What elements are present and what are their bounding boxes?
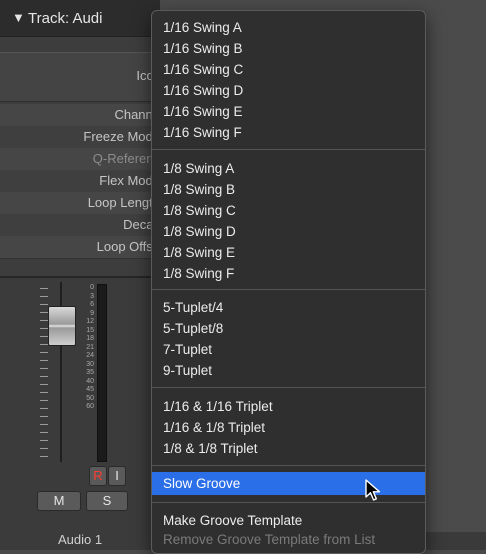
menu-item[interactable]: 1/16 Swing A xyxy=(152,17,425,38)
scale-tick: 45 xyxy=(86,386,94,393)
scale-tick: 50 xyxy=(86,394,94,402)
scale-tick: 35 xyxy=(86,369,94,376)
menu-item[interactable]: 1/16 Swing D xyxy=(152,80,425,101)
menu-separator xyxy=(152,149,425,150)
track-icon-row[interactable]: Icor xyxy=(0,52,160,102)
mouse-pointer-icon xyxy=(365,479,381,501)
volume-fader-handle[interactable] xyxy=(48,306,76,346)
track-inspector: ▼ Track: Audi Icor Channe Freeze Mode Q-… xyxy=(0,0,161,550)
param-label: Q-Referenc xyxy=(92,151,160,166)
menu-item[interactable]: 1/8 Swing C xyxy=(152,200,425,221)
fader-ticks xyxy=(40,288,48,458)
scale-tick: 12 xyxy=(86,318,94,325)
scale-tick: 9 xyxy=(90,309,94,317)
scale-tick: 30 xyxy=(86,360,94,368)
menu-separator xyxy=(152,465,425,466)
input-monitor-button[interactable]: I xyxy=(108,466,126,486)
scale-tick: 60 xyxy=(86,403,94,410)
menu-item[interactable]: 1/8 Swing E xyxy=(152,242,425,263)
scale-tick: 40 xyxy=(86,377,94,385)
disclosure-triangle-icon[interactable]: ▼ xyxy=(12,10,25,25)
menu-item[interactable]: 1/8 Swing F xyxy=(152,263,425,284)
menu-item[interactable]: 5-Tuplet/4 xyxy=(152,297,425,318)
channel-strip: 0 3 6 9 12 15 18 21 24 30 35 40 45 50 60… xyxy=(0,276,160,550)
make-groove-template-item[interactable]: Make Groove Template xyxy=(152,510,425,531)
param-label: Freeze Mode xyxy=(83,129,160,144)
workspace-bottom-strip xyxy=(426,532,486,550)
scale-tick: 21 xyxy=(86,343,94,351)
quantize-groove-menu: 1/16 Swing A 1/16 Swing B 1/16 Swing C 1… xyxy=(151,10,426,554)
menu-separator xyxy=(152,387,425,388)
track-inspector-header[interactable]: ▼ Track: Audi xyxy=(0,0,160,37)
level-meter xyxy=(97,284,107,462)
param-q-reference[interactable]: Q-Referenc xyxy=(0,148,160,171)
menu-item[interactable]: 1/8 Swing B xyxy=(152,179,425,200)
scale-tick: 15 xyxy=(86,326,94,334)
param-flex-mode[interactable]: Flex Mode xyxy=(0,170,160,193)
menu-item[interactable]: 7-Tuplet xyxy=(152,339,425,360)
remove-groove-template-item: Remove Groove Template from List xyxy=(163,532,376,547)
scale-tick: 3 xyxy=(90,292,94,300)
menu-item[interactable]: 1/16 Swing F xyxy=(152,122,425,143)
menu-item[interactable]: 5-Tuplet/8 xyxy=(152,318,425,339)
menu-item[interactable]: 1/8 Swing D xyxy=(152,221,425,242)
record-enable-button[interactable]: R xyxy=(89,466,107,486)
menu-item[interactable]: 1/16 Swing B xyxy=(152,38,425,59)
menu-item[interactable]: 1/16 Swing E xyxy=(152,101,425,122)
menu-item-selected[interactable]: Slow Groove xyxy=(152,472,425,495)
param-label: Loop Length xyxy=(87,195,160,210)
track-name-label: Audio 1 xyxy=(57,532,103,547)
menu-item[interactable]: 1/16 & 1/8 Triplet xyxy=(152,417,425,438)
scale-tick: 18 xyxy=(86,335,94,342)
solo-button[interactable]: S xyxy=(86,491,128,511)
track-inspector-title: Track: Audi xyxy=(28,10,103,27)
scale-tick: 6 xyxy=(90,301,94,308)
scale-tick: 24 xyxy=(86,352,94,359)
menu-item[interactable]: 1/16 Swing C xyxy=(152,59,425,80)
param-loop-length[interactable]: Loop Length xyxy=(0,192,160,215)
menu-item[interactable]: 1/8 Swing A xyxy=(152,158,425,179)
param-channel[interactable]: Channe xyxy=(0,104,160,127)
menu-separator xyxy=(152,289,425,290)
param-decay[interactable]: Decay xyxy=(0,214,160,237)
scale-tick: 0 xyxy=(90,284,94,291)
menu-item[interactable]: 1/16 & 1/16 Triplet xyxy=(152,396,425,417)
menu-item[interactable]: 9-Tuplet xyxy=(152,360,425,381)
mute-button[interactable]: M xyxy=(37,491,81,511)
menu-separator xyxy=(152,502,425,503)
menu-item[interactable]: 1/8 & 1/8 Triplet xyxy=(152,438,425,459)
param-freeze-mode[interactable]: Freeze Mode xyxy=(0,126,160,149)
meter-scale: 0 3 6 9 12 15 18 21 24 30 35 40 45 50 60 xyxy=(80,284,94,412)
param-loop-offset[interactable]: Loop Offse xyxy=(0,236,160,259)
